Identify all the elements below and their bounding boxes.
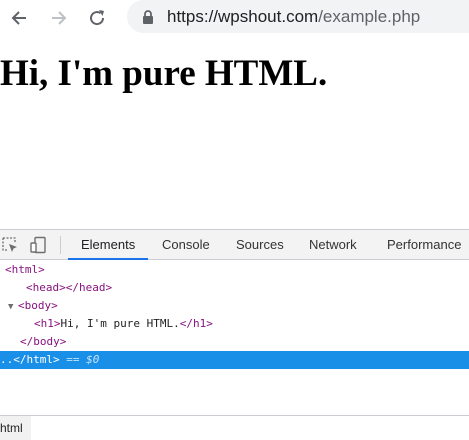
inspect-icon bbox=[2, 237, 17, 252]
dom-tag: </h1> bbox=[179, 317, 213, 330]
tab-sources[interactable]: Sources bbox=[236, 230, 284, 259]
tab-network[interactable]: Network bbox=[309, 230, 357, 259]
devtools-tabbar: Elements Console Sources Network Perform… bbox=[0, 230, 469, 260]
breadcrumb-html[interactable]: html bbox=[0, 416, 31, 440]
devtools-panel: Elements Console Sources Network Perform… bbox=[0, 229, 469, 440]
dom-tag: <body> bbox=[18, 299, 58, 312]
inspect-element-button[interactable] bbox=[0, 235, 20, 255]
forward-button[interactable] bbox=[44, 4, 72, 32]
tab-performance[interactable]: Performance bbox=[387, 230, 461, 259]
dom-tag: <head> bbox=[26, 281, 66, 294]
page-heading: Hi, I'm pure HTML. bbox=[0, 53, 328, 94]
tabbar-divider bbox=[60, 236, 61, 254]
expand-arrow-icon[interactable]: ▼ bbox=[8, 298, 18, 316]
dom-node-body[interactable]: ▼ <body> bbox=[0, 297, 469, 315]
dom-tag: </body> bbox=[20, 335, 67, 348]
dom-node-html[interactable]: <html> bbox=[0, 261, 469, 279]
tab-console[interactable]: Console bbox=[162, 230, 210, 259]
browser-toolbar: https://wpshout.com/example.php bbox=[0, 0, 469, 36]
reload-button[interactable] bbox=[83, 4, 111, 32]
address-bar[interactable]: https://wpshout.com/example.php bbox=[127, 0, 469, 33]
forward-icon bbox=[52, 11, 67, 25]
dom-tag: <html> bbox=[5, 263, 45, 276]
dom-tag: </html> bbox=[13, 353, 60, 366]
url-host: https://wpshout.com bbox=[167, 7, 319, 26]
device-toolbar-button[interactable] bbox=[28, 235, 48, 255]
url-path: /example.php bbox=[318, 7, 421, 26]
lock-icon bbox=[143, 10, 153, 24]
back-button[interactable] bbox=[6, 4, 34, 32]
dom-text: Hi, I'm pure HTML. bbox=[60, 317, 180, 330]
back-icon bbox=[11, 11, 26, 25]
breadcrumb-bar: html bbox=[0, 415, 469, 440]
dom-node-body-close[interactable]: </body> bbox=[0, 333, 469, 351]
dom-node-html-close-selected[interactable]: ..</html> == $0 bbox=[0, 351, 469, 369]
dom-node-head[interactable]: <head></head> bbox=[0, 279, 469, 297]
device-icon bbox=[30, 236, 46, 254]
url-text: https://wpshout.com/example.php bbox=[167, 7, 420, 27]
tab-elements[interactable]: Elements bbox=[68, 230, 149, 260]
dom-tag: <h1> bbox=[34, 317, 61, 330]
dom-tag: </head> bbox=[65, 281, 113, 294]
selected-prefix: .. bbox=[0, 353, 14, 366]
reload-icon bbox=[90, 10, 105, 26]
dom-node-h1[interactable]: <h1>Hi, I'm pure HTML.</h1> bbox=[0, 315, 469, 333]
selected-marker: == $0 bbox=[66, 353, 100, 366]
